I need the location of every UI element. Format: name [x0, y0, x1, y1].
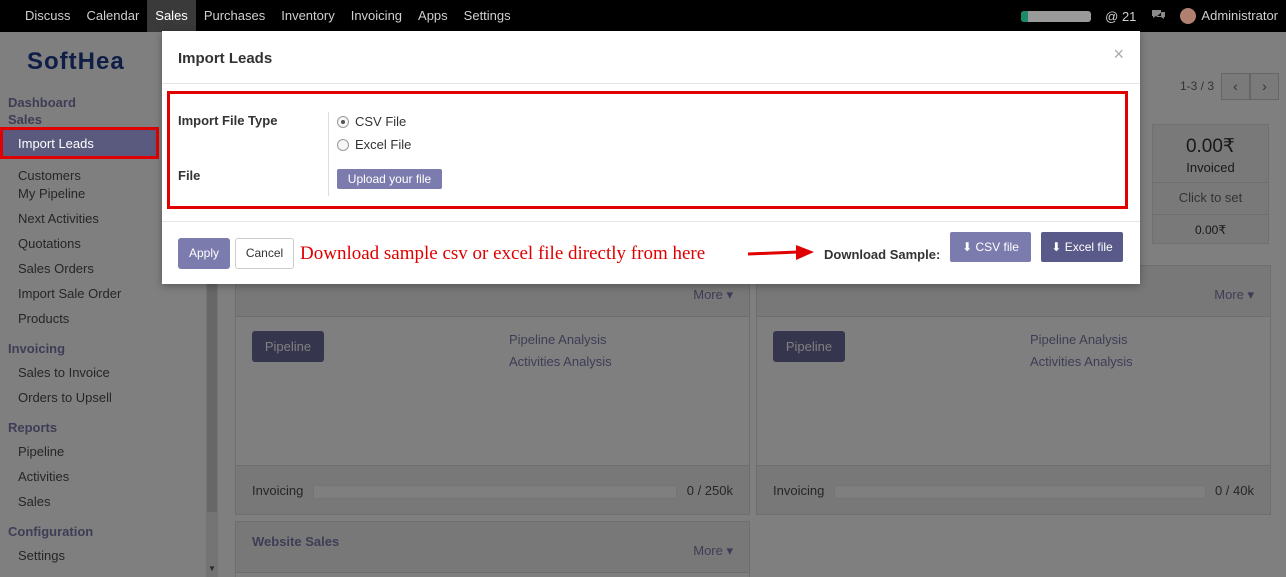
menu-settings[interactable]: Settings: [456, 0, 519, 32]
radio-label: CSV File: [355, 114, 407, 129]
download-icon: ⬇: [962, 240, 973, 254]
annotation-highlight-box: [167, 91, 1128, 209]
import-leads-dialog: Import Leads × Import File Type File CSV…: [162, 31, 1140, 284]
annotation-text: Download sample csv or excel file direct…: [300, 243, 706, 264]
avatar: [1180, 8, 1197, 25]
app-menu: Discuss Calendar Sales Purchases Invento…: [0, 0, 519, 32]
upload-file-button[interactable]: Upload your file: [337, 169, 442, 189]
radio-excel-file[interactable]: Excel File: [337, 137, 411, 152]
menu-invoicing[interactable]: Invoicing: [343, 0, 410, 32]
apply-button[interactable]: Apply: [178, 238, 230, 269]
modal-footer: Apply Cancel Download sample csv or exce…: [162, 221, 1140, 284]
menu-apps[interactable]: Apps: [410, 0, 456, 32]
user-menu[interactable]: Administrator: [1180, 8, 1278, 25]
menu-sales[interactable]: Sales: [147, 0, 196, 32]
menu-inventory[interactable]: Inventory: [273, 0, 342, 32]
menu-discuss[interactable]: Discuss: [17, 0, 79, 32]
systray: @ 21 Administrator: [1021, 0, 1278, 32]
close-icon[interactable]: ×: [1113, 44, 1124, 65]
button-label: CSV file: [975, 240, 1019, 254]
download-sample-label: Download Sample:: [824, 247, 941, 262]
radio-label: Excel File: [355, 137, 412, 152]
divider: [328, 112, 329, 196]
progress-fill: [1021, 10, 1029, 22]
radio-csv-file[interactable]: CSV File: [337, 114, 406, 129]
file-label: File: [178, 168, 201, 183]
menu-purchases[interactable]: Purchases: [196, 0, 273, 32]
chat-icon[interactable]: [1150, 8, 1166, 25]
import-file-type-label: Import File Type: [178, 113, 278, 128]
radio-button[interactable]: [337, 115, 349, 128]
arrow-right-icon: [747, 245, 814, 260]
notification-counter[interactable]: @ 21: [1105, 9, 1136, 24]
button-label: Excel file: [1064, 240, 1113, 254]
cancel-button[interactable]: Cancel: [235, 238, 294, 269]
top-navbar: Discuss Calendar Sales Purchases Invento…: [0, 0, 1286, 32]
modal-title: Import Leads: [178, 50, 273, 67]
radio-button[interactable]: [337, 138, 349, 151]
download-excel-button[interactable]: ⬇ Excel file: [1041, 232, 1123, 262]
download-icon: ⬇: [1051, 240, 1062, 254]
download-csv-button[interactable]: ⬇ CSV file: [950, 232, 1031, 262]
modal-header: Import Leads ×: [162, 31, 1140, 84]
user-name: Administrator: [1201, 7, 1278, 23]
modal-body: Import File Type File CSV File Excel Fil…: [162, 85, 1140, 222]
annotation-highlight-box: [0, 127, 159, 159]
onboarding-progress[interactable]: [1021, 10, 1092, 22]
menu-calendar[interactable]: Calendar: [79, 0, 148, 32]
